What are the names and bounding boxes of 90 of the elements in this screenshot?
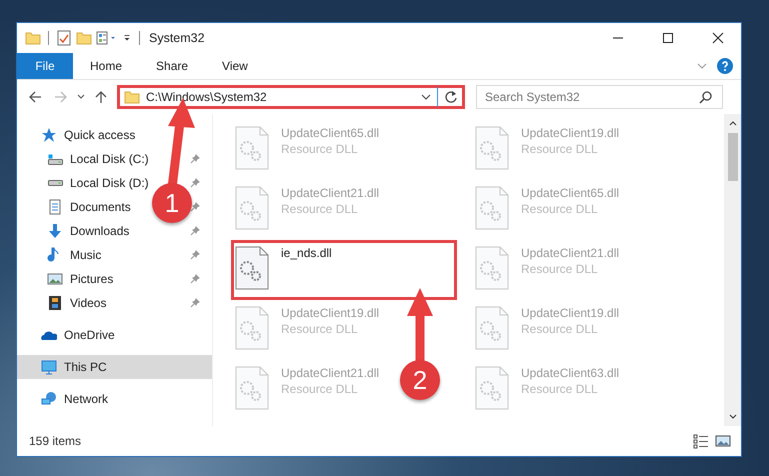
file-tab[interactable]: File: [17, 53, 73, 79]
dropdown-icon[interactable]: [122, 33, 132, 43]
pin-icon[interactable]: [190, 274, 200, 284]
film-strip-icon: [47, 295, 63, 311]
monitor-icon: [41, 359, 57, 375]
picture-icon: [47, 271, 63, 287]
dll-file-icon: [235, 366, 269, 410]
chevron-down-icon[interactable]: [77, 93, 85, 101]
ribbon-tab[interactable]: View: [205, 53, 265, 79]
file-type: Resource DLL: [281, 202, 359, 216]
file-type: Resource DLL: [521, 322, 599, 336]
sidebar-item[interactable]: Local Disk (D:): [70, 176, 149, 190]
sidebar-item[interactable]: Pictures: [70, 272, 114, 286]
dll-file-icon: [475, 306, 509, 350]
sidebar-label: Quick access: [64, 128, 136, 142]
sidebar-item[interactable]: Documents: [70, 200, 131, 214]
details-view-icon[interactable]: [693, 433, 709, 449]
drive-icon: [48, 180, 62, 186]
search-icon[interactable]: [699, 90, 713, 104]
sidebar-label: This PC: [64, 360, 107, 374]
pin-icon[interactable]: [190, 250, 200, 260]
address-bar[interactable]: C:\Windows\System32: [117, 85, 465, 109]
checklist-icon[interactable]: [56, 30, 72, 46]
file-type: Resource DLL: [521, 262, 599, 276]
back-icon[interactable]: [28, 90, 42, 104]
sidebar-item[interactable]: Downloads: [70, 224, 130, 238]
file-name: UpdateClient21.dll: [281, 366, 380, 380]
chevron-down-icon[interactable]: [421, 92, 431, 102]
dll-file-icon: [475, 186, 509, 230]
search-field[interactable]: Search System32: [476, 85, 723, 109]
scrollbar[interactable]: [724, 114, 741, 426]
window-title: System32: [149, 31, 205, 45]
document-icon: [47, 199, 63, 215]
file-type: Resource DLL: [521, 202, 599, 216]
minimize-icon: [612, 37, 624, 39]
file-name: UpdateClient65.dll: [521, 186, 620, 200]
dll-file-icon: [475, 126, 509, 170]
maximize-icon: [662, 32, 674, 44]
chevron-down-icon[interactable]: [728, 413, 736, 421]
file-type: Resource DLL: [521, 142, 599, 156]
pin-icon[interactable]: [190, 202, 200, 212]
item-count: 159 items: [29, 434, 82, 448]
properties-icon[interactable]: [96, 30, 118, 46]
folder-icon: [124, 89, 140, 105]
download-arrow-icon: [47, 223, 63, 239]
file-name: UpdateClient19.dll: [521, 306, 620, 320]
dll-file-icon: [235, 186, 269, 230]
scroll-thumb[interactable]: [728, 133, 738, 181]
sidebar-item[interactable]: Videos: [70, 296, 106, 310]
sidebar-label: OneDrive: [64, 328, 115, 342]
sidebar-item[interactable]: OneDrive: [17, 323, 212, 347]
sidebar-item[interactable]: This PC: [17, 355, 212, 379]
sidebar-item[interactable]: Music: [70, 248, 102, 262]
address-path: C:\Windows\System32: [146, 90, 268, 104]
help-icon[interactable]: [717, 58, 733, 74]
file-name: UpdateClient65.dll: [281, 126, 380, 140]
thumbnail-view-icon[interactable]: [715, 433, 731, 449]
file-type: Resource DLL: [281, 382, 359, 396]
file-name: UpdateClient63.dll: [521, 366, 620, 380]
sidebar-item[interactable]: Local Disk (C:): [70, 152, 149, 166]
dll-file-icon: [235, 306, 269, 350]
dll-file-icon: [475, 246, 509, 290]
sidebar-label: Network: [64, 392, 108, 406]
dll-file-icon: [235, 246, 269, 290]
file-name: UpdateClient19.dll: [281, 306, 380, 320]
network-icon: [41, 391, 57, 407]
file-name: ie_nds.dll: [281, 246, 332, 260]
file-type: Resource DLL: [281, 322, 359, 336]
file-name: UpdateClient21.dll: [281, 186, 380, 200]
file-name: UpdateClient21.dll: [521, 246, 620, 260]
file-type: Resource DLL: [521, 382, 599, 396]
drive-icon: [48, 154, 62, 164]
file-type: Resource DLL: [281, 142, 359, 156]
refresh-icon[interactable]: [444, 90, 458, 104]
sidebar-item[interactable]: Network: [17, 387, 212, 411]
file-name: UpdateClient19.dll: [521, 126, 620, 140]
dll-file-icon: [475, 366, 509, 410]
chevron-up-icon[interactable]: [728, 119, 736, 127]
up-arrow-icon[interactable]: [94, 90, 108, 104]
file-item[interactable]: ie_nds.dll: [231, 240, 457, 300]
star-icon: [41, 127, 57, 143]
ribbon-tab[interactable]: Home: [73, 53, 140, 79]
close-icon: [712, 32, 724, 44]
pin-icon[interactable]: [190, 154, 200, 164]
pin-icon[interactable]: [190, 298, 200, 308]
pin-icon[interactable]: [190, 178, 200, 188]
pin-icon[interactable]: [190, 226, 200, 236]
dll-file-icon: [235, 126, 269, 170]
sidebar-item[interactable]: Quick access: [17, 123, 212, 147]
ribbon-tab[interactable]: Share: [139, 53, 206, 79]
